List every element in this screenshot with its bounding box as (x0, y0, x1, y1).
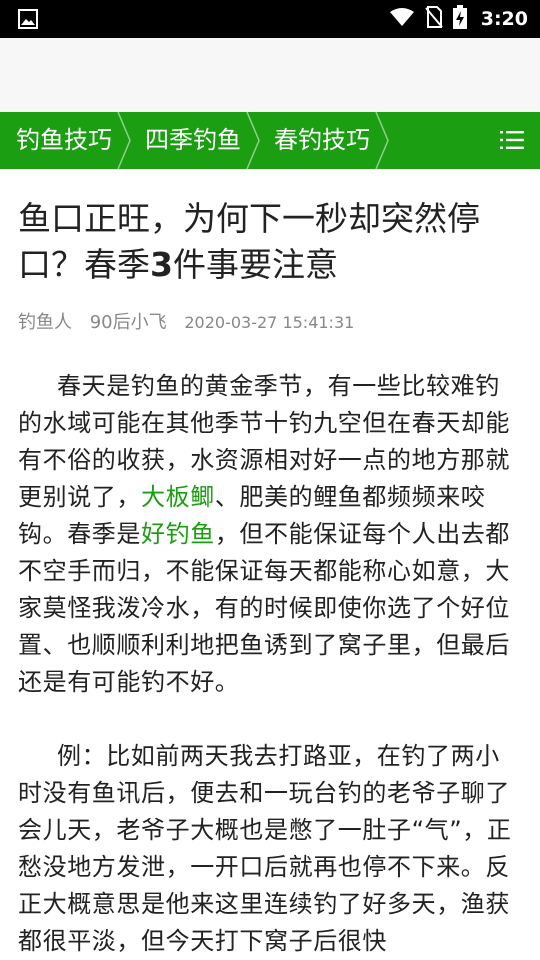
article-body: 春天是钓鱼的黄金季节，有一些比较难钓的水域可能在其他季节十钓九空但在春天却能有不… (18, 368, 523, 960)
link-da-ban-ji[interactable]: 大板鲫 (141, 483, 215, 511)
menu-icon[interactable] (500, 129, 524, 155)
link-hao-diao-yu[interactable]: 好钓鱼 (141, 520, 215, 548)
breadcrumb: 钓鱼技巧 四季钓鱼 春钓技巧 (0, 112, 540, 169)
breadcrumb-item-spring-tips[interactable]: 春钓技巧 (274, 112, 370, 169)
breadcrumb-item-fishing-tips[interactable]: 钓鱼技巧 (16, 112, 112, 169)
image-notification-icon (18, 9, 38, 33)
article-category[interactable]: 钓鱼人 (18, 312, 72, 333)
article-paragraph: 春天是钓鱼的黄金季节，有一些比较难钓的水域可能在其他季节十钓九空但在春天却能有不… (18, 372, 511, 696)
breadcrumb-separator-icon (246, 112, 260, 169)
article-paragraph: 例：比如前两天我去打路亚，在钓了两小时没有鱼讯后，便去和一玩台钓的老爷子聊了会儿… (18, 742, 512, 955)
article-author[interactable]: 90后小飞 (90, 312, 167, 333)
status-time: 3:20 (480, 8, 528, 30)
article-meta: 钓鱼人 90后小飞 2020-03-27 15:41:31 (18, 310, 366, 336)
wifi-icon (389, 7, 415, 31)
app-toolbar (0, 38, 540, 112)
breadcrumb-separator-icon (117, 112, 131, 169)
breadcrumb-separator-icon (375, 112, 389, 169)
battery-charging-icon (452, 5, 467, 33)
status-bar: 3:20 (0, 0, 540, 38)
breadcrumb-item-four-seasons[interactable]: 四季钓鱼 (145, 112, 241, 169)
article-date: 2020-03-27 15:41:31 (184, 313, 355, 332)
article-title: 鱼口正旺，为何下一秒却突然停口？春季3件事要注意 (18, 199, 480, 284)
no-sim-icon (424, 6, 443, 32)
